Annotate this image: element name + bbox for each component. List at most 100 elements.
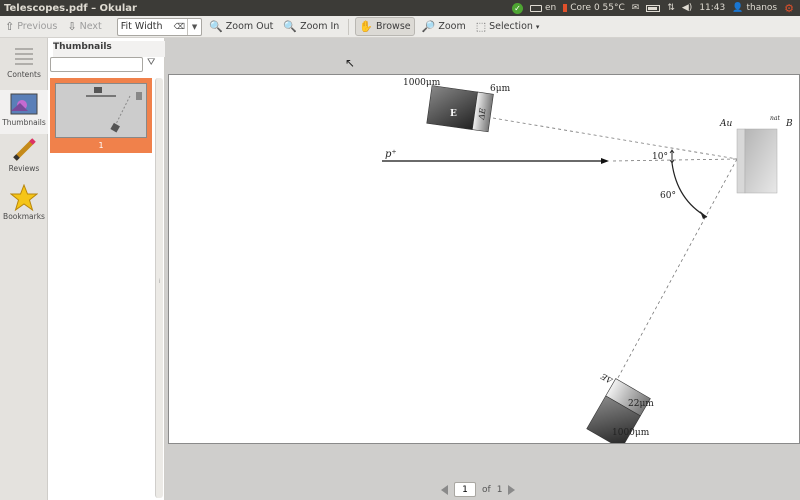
sidebar-item-label: Reviews xyxy=(8,164,40,173)
keyboard-icon xyxy=(530,4,543,12)
arrow-down-icon: ⇩ xyxy=(67,20,77,33)
next-label: Next xyxy=(79,21,102,32)
zoom-mode-select[interactable]: Fit Width ⌫ ▼ xyxy=(116,17,203,36)
update-check-icon[interactable]: ✓ xyxy=(512,2,524,14)
window-title: Telescopes.pdf – Okular xyxy=(4,2,137,14)
label-size-e-upper: 1000μm xyxy=(403,78,441,88)
thumbnail-page-1[interactable]: 1 xyxy=(50,78,152,153)
user-menu[interactable]: 👤 thanos xyxy=(732,3,777,13)
zoom-tool-icon: 🔎 xyxy=(421,20,436,33)
page-navigator: of 1 xyxy=(441,482,516,497)
thermometer-icon xyxy=(563,4,568,12)
pdf-page: E ΔE 1000μm 6μm p⁺ 10° 60° Au nat B ΔE E… xyxy=(168,74,800,444)
target-b-label: B xyxy=(785,119,793,129)
angle-arc-60 xyxy=(671,162,708,218)
mail-icon[interactable]: ✉ xyxy=(632,3,640,13)
document-view[interactable]: E ΔE 1000μm 6μm p⁺ 10° 60° Au nat B ΔE E… xyxy=(165,38,800,500)
thumbnail-scrollbar[interactable]: ⁞ xyxy=(155,78,163,498)
label-de-lower: ΔE xyxy=(599,371,615,385)
page-of-label: of xyxy=(482,484,491,495)
zoom-in-label: Zoom In xyxy=(300,21,340,32)
battery-icon[interactable] xyxy=(646,4,661,12)
chevron-down-icon: ▾ xyxy=(535,22,540,31)
system-tray: ✓ en Core 0 55°C ✉ ⇅ ◀) 11:43 👤 thanos ⚙ xyxy=(512,2,800,15)
beam-label: p⁺ xyxy=(385,149,397,160)
top-panel: Telescopes.pdf – Okular ✓ en Core 0 55°C… xyxy=(0,0,800,16)
zoom-in-icon: 🔍 xyxy=(283,20,298,33)
chevron-down-icon[interactable]: ▼ xyxy=(187,18,201,35)
page-number-input[interactable] xyxy=(454,482,476,497)
cpu-label: Core 0 55°C xyxy=(570,3,625,13)
zoom-out-label: Zoom Out xyxy=(225,21,274,32)
pencil-icon xyxy=(9,136,39,164)
main-toolbar: ⇧ Previous ⇩ Next Fit Width ⌫ ▼ 🔍 Zoom O… xyxy=(0,16,800,38)
zoom-tool-button[interactable]: 🔎 Zoom xyxy=(419,17,469,36)
previous-page-icon[interactable] xyxy=(441,484,448,495)
previous-label: Previous xyxy=(17,21,58,32)
filter-icon[interactable]: ⛛ xyxy=(147,57,155,68)
star-icon xyxy=(9,184,39,212)
sidebar-strip: Contents Thumbnails Reviews Bookmarks xyxy=(0,38,48,500)
thumbnail-image xyxy=(55,83,147,138)
network-icon[interactable]: ⇅ xyxy=(667,3,675,13)
zoom-in-button[interactable]: 🔍 Zoom In xyxy=(280,17,342,36)
zoom-mode-value: Fit Width xyxy=(120,21,163,32)
clear-icon[interactable]: ⌫ xyxy=(174,22,187,31)
toolbar-separator xyxy=(348,18,350,35)
hand-icon: ✋ xyxy=(359,20,374,33)
sidebar-item-thumbnails[interactable]: Thumbnails xyxy=(0,90,48,134)
label-size-de-upper: 6μm xyxy=(490,84,511,94)
label-de-upper: ΔE xyxy=(477,107,488,121)
thumbnails-panel: Thumbnails ⛛ 1 ⁞ xyxy=(48,38,165,500)
label-e-upper: E xyxy=(450,109,457,119)
next-button[interactable]: ⇩ Next xyxy=(64,17,104,36)
sidebar-item-contents[interactable]: Contents xyxy=(0,42,48,86)
angle-label-60: 60° xyxy=(660,191,676,201)
sidebar-item-reviews[interactable]: Reviews xyxy=(0,136,48,180)
sidebar-item-bookmarks[interactable]: Bookmarks xyxy=(0,184,48,228)
sidebar-item-label: Contents xyxy=(7,70,41,79)
label-size-e-lower: 1000μm xyxy=(612,428,650,438)
cpu-indicator[interactable]: Core 0 55°C xyxy=(563,3,625,13)
scroll-grip[interactable]: ⁞ xyxy=(156,278,163,288)
zoom-out-icon: 🔍 xyxy=(209,20,223,33)
target-au-layer xyxy=(736,128,746,194)
sidebar-item-label: Bookmarks xyxy=(3,212,45,221)
thumbnail-page-number: 1 xyxy=(98,141,104,150)
telescope-diagram: E ΔE 1000μm 6μm p⁺ 10° 60° Au nat B ΔE E… xyxy=(382,78,793,443)
user-label: thanos xyxy=(746,3,778,13)
contents-icon xyxy=(9,42,39,70)
previous-button[interactable]: ⇧ Previous xyxy=(2,17,60,36)
trajectory-upper xyxy=(492,117,738,160)
panel-title: Thumbnails xyxy=(53,41,165,57)
volume-icon[interactable]: ◀) xyxy=(682,3,692,13)
beam-arrowhead xyxy=(601,158,609,164)
selection-icon: ⬚ xyxy=(475,20,487,33)
detector-e-upper xyxy=(426,85,478,130)
zoom-out-button[interactable]: 🔍 Zoom Out xyxy=(206,17,276,36)
zoom-tool-label: Zoom xyxy=(438,21,466,32)
label-e-lower: E xyxy=(585,403,596,415)
next-page-icon[interactable] xyxy=(508,484,516,495)
arrow-up-icon: ⇧ xyxy=(5,20,15,33)
user-icon: 👤 xyxy=(732,3,744,13)
browse-button[interactable]: ✋ Browse xyxy=(355,17,415,36)
label-size-de-lower: 22μm xyxy=(628,399,654,409)
target-b-sup: nat xyxy=(770,115,780,122)
target-b-layer xyxy=(744,128,778,194)
sidebar-item-label: Thumbnails xyxy=(2,118,46,127)
beam-extension xyxy=(612,158,738,162)
keyboard-indicator[interactable]: en xyxy=(530,3,556,13)
browse-label: Browse xyxy=(376,21,411,32)
selection-button[interactable]: ⬚ Selection ▾ xyxy=(473,17,543,36)
selection-label: Selection xyxy=(489,21,533,32)
mouse-cursor-icon: ↖ xyxy=(345,56,356,70)
angle-label-10: 10° xyxy=(652,152,668,162)
clock[interactable]: 11:43 xyxy=(699,3,725,13)
keyboard-label: en xyxy=(545,3,557,13)
target-au-label: Au xyxy=(719,119,732,129)
power-icon[interactable]: ⚙ xyxy=(784,2,794,15)
thumbnails-icon xyxy=(9,90,39,118)
page-total: 1 xyxy=(496,484,503,495)
thumbnail-filter-input[interactable] xyxy=(50,57,143,72)
